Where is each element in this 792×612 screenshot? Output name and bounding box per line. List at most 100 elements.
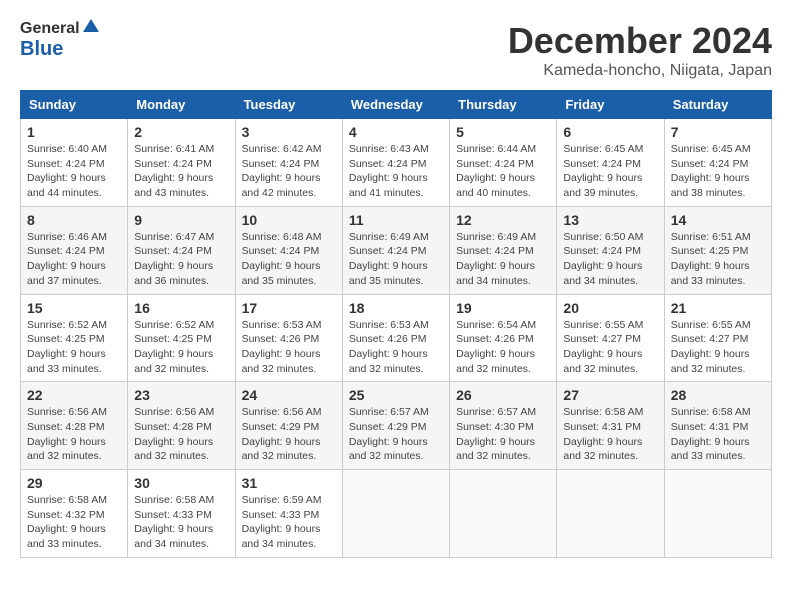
- day-cell-18: 18 Sunrise: 6:53 AM Sunset: 4:26 PM Dayl…: [342, 294, 449, 382]
- day-number: 17: [242, 300, 336, 316]
- day-number: 11: [349, 212, 443, 228]
- day-cell-28: 28 Sunrise: 6:58 AM Sunset: 4:31 PM Dayl…: [664, 382, 771, 470]
- day-info: Sunrise: 6:55 AM Sunset: 4:27 PM Dayligh…: [563, 318, 657, 377]
- logo: General Blue: [20, 20, 100, 60]
- day-cell-30: 30 Sunrise: 6:58 AM Sunset: 4:33 PM Dayl…: [128, 470, 235, 558]
- day-info: Sunrise: 6:57 AM Sunset: 4:30 PM Dayligh…: [456, 405, 550, 464]
- day-info: Sunrise: 6:43 AM Sunset: 4:24 PM Dayligh…: [349, 142, 443, 201]
- day-cell-11: 11 Sunrise: 6:49 AM Sunset: 4:24 PM Dayl…: [342, 206, 449, 294]
- calendar-week-3: 15 Sunrise: 6:52 AM Sunset: 4:25 PM Dayl…: [21, 294, 772, 382]
- calendar-week-2: 8 Sunrise: 6:46 AM Sunset: 4:24 PM Dayli…: [21, 206, 772, 294]
- day-cell-12: 12 Sunrise: 6:49 AM Sunset: 4:24 PM Dayl…: [450, 206, 557, 294]
- day-info: Sunrise: 6:58 AM Sunset: 4:31 PM Dayligh…: [671, 405, 765, 464]
- day-number: 25: [349, 387, 443, 403]
- day-info: Sunrise: 6:56 AM Sunset: 4:28 PM Dayligh…: [134, 405, 228, 464]
- day-number: 27: [563, 387, 657, 403]
- day-info: Sunrise: 6:59 AM Sunset: 4:33 PM Dayligh…: [242, 493, 336, 552]
- day-number: 7: [671, 124, 765, 140]
- day-info: Sunrise: 6:56 AM Sunset: 4:29 PM Dayligh…: [242, 405, 336, 464]
- day-cell-7: 7 Sunrise: 6:45 AM Sunset: 4:24 PM Dayli…: [664, 119, 771, 207]
- day-number: 12: [456, 212, 550, 228]
- day-cell-9: 9 Sunrise: 6:47 AM Sunset: 4:24 PM Dayli…: [128, 206, 235, 294]
- day-cell-3: 3 Sunrise: 6:42 AM Sunset: 4:24 PM Dayli…: [235, 119, 342, 207]
- col-tuesday: Tuesday: [235, 91, 342, 119]
- day-cell-10: 10 Sunrise: 6:48 AM Sunset: 4:24 PM Dayl…: [235, 206, 342, 294]
- empty-cell: [557, 470, 664, 558]
- calendar-week-5: 29 Sunrise: 6:58 AM Sunset: 4:32 PM Dayl…: [21, 470, 772, 558]
- day-number: 9: [134, 212, 228, 228]
- day-info: Sunrise: 6:41 AM Sunset: 4:24 PM Dayligh…: [134, 142, 228, 201]
- day-cell-15: 15 Sunrise: 6:52 AM Sunset: 4:25 PM Dayl…: [21, 294, 128, 382]
- day-number: 20: [563, 300, 657, 316]
- day-info: Sunrise: 6:47 AM Sunset: 4:24 PM Dayligh…: [134, 230, 228, 289]
- calendar-table: Sunday Monday Tuesday Wednesday Thursday…: [20, 90, 772, 558]
- day-info: Sunrise: 6:52 AM Sunset: 4:25 PM Dayligh…: [27, 318, 121, 377]
- day-info: Sunrise: 6:42 AM Sunset: 4:24 PM Dayligh…: [242, 142, 336, 201]
- day-number: 3: [242, 124, 336, 140]
- day-cell-5: 5 Sunrise: 6:44 AM Sunset: 4:24 PM Dayli…: [450, 119, 557, 207]
- day-cell-31: 31 Sunrise: 6:59 AM Sunset: 4:33 PM Dayl…: [235, 470, 342, 558]
- logo-blue-text: Blue: [20, 38, 100, 60]
- day-number: 10: [242, 212, 336, 228]
- day-number: 23: [134, 387, 228, 403]
- day-info: Sunrise: 6:48 AM Sunset: 4:24 PM Dayligh…: [242, 230, 336, 289]
- day-cell-29: 29 Sunrise: 6:58 AM Sunset: 4:32 PM Dayl…: [21, 470, 128, 558]
- day-number: 30: [134, 475, 228, 491]
- title-block: December 2024 Kameda-honcho, Niigata, Ja…: [508, 20, 772, 80]
- day-info: Sunrise: 6:45 AM Sunset: 4:24 PM Dayligh…: [563, 142, 657, 201]
- day-cell-6: 6 Sunrise: 6:45 AM Sunset: 4:24 PM Dayli…: [557, 119, 664, 207]
- day-cell-13: 13 Sunrise: 6:50 AM Sunset: 4:24 PM Dayl…: [557, 206, 664, 294]
- day-info: Sunrise: 6:46 AM Sunset: 4:24 PM Dayligh…: [27, 230, 121, 289]
- empty-cell: [450, 470, 557, 558]
- day-number: 4: [349, 124, 443, 140]
- day-number: 16: [134, 300, 228, 316]
- location-title: Kameda-honcho, Niigata, Japan: [508, 62, 772, 80]
- calendar-week-1: 1 Sunrise: 6:40 AM Sunset: 4:24 PM Dayli…: [21, 119, 772, 207]
- day-cell-4: 4 Sunrise: 6:43 AM Sunset: 4:24 PM Dayli…: [342, 119, 449, 207]
- day-cell-26: 26 Sunrise: 6:57 AM Sunset: 4:30 PM Dayl…: [450, 382, 557, 470]
- page-header: General Blue December 2024 Kameda-honcho…: [20, 20, 772, 80]
- day-number: 8: [27, 212, 121, 228]
- day-cell-2: 2 Sunrise: 6:41 AM Sunset: 4:24 PM Dayli…: [128, 119, 235, 207]
- day-info: Sunrise: 6:54 AM Sunset: 4:26 PM Dayligh…: [456, 318, 550, 377]
- col-monday: Monday: [128, 91, 235, 119]
- day-number: 18: [349, 300, 443, 316]
- day-info: Sunrise: 6:40 AM Sunset: 4:24 PM Dayligh…: [27, 142, 121, 201]
- day-info: Sunrise: 6:55 AM Sunset: 4:27 PM Dayligh…: [671, 318, 765, 377]
- day-cell-22: 22 Sunrise: 6:56 AM Sunset: 4:28 PM Dayl…: [21, 382, 128, 470]
- day-info: Sunrise: 6:51 AM Sunset: 4:25 PM Dayligh…: [671, 230, 765, 289]
- day-cell-27: 27 Sunrise: 6:58 AM Sunset: 4:31 PM Dayl…: [557, 382, 664, 470]
- day-number: 28: [671, 387, 765, 403]
- day-info: Sunrise: 6:58 AM Sunset: 4:33 PM Dayligh…: [134, 493, 228, 552]
- col-thursday: Thursday: [450, 91, 557, 119]
- day-number: 26: [456, 387, 550, 403]
- day-cell-23: 23 Sunrise: 6:56 AM Sunset: 4:28 PM Dayl…: [128, 382, 235, 470]
- day-number: 24: [242, 387, 336, 403]
- day-number: 6: [563, 124, 657, 140]
- logo-icon: [82, 18, 100, 36]
- day-cell-24: 24 Sunrise: 6:56 AM Sunset: 4:29 PM Dayl…: [235, 382, 342, 470]
- day-number: 14: [671, 212, 765, 228]
- day-cell-14: 14 Sunrise: 6:51 AM Sunset: 4:25 PM Dayl…: [664, 206, 771, 294]
- day-cell-8: 8 Sunrise: 6:46 AM Sunset: 4:24 PM Dayli…: [21, 206, 128, 294]
- day-info: Sunrise: 6:50 AM Sunset: 4:24 PM Dayligh…: [563, 230, 657, 289]
- col-wednesday: Wednesday: [342, 91, 449, 119]
- day-info: Sunrise: 6:58 AM Sunset: 4:31 PM Dayligh…: [563, 405, 657, 464]
- day-cell-20: 20 Sunrise: 6:55 AM Sunset: 4:27 PM Dayl…: [557, 294, 664, 382]
- empty-cell: [342, 470, 449, 558]
- day-number: 31: [242, 475, 336, 491]
- month-title: December 2024: [508, 20, 772, 62]
- day-cell-17: 17 Sunrise: 6:53 AM Sunset: 4:26 PM Dayl…: [235, 294, 342, 382]
- day-cell-25: 25 Sunrise: 6:57 AM Sunset: 4:29 PM Dayl…: [342, 382, 449, 470]
- day-number: 2: [134, 124, 228, 140]
- day-info: Sunrise: 6:52 AM Sunset: 4:25 PM Dayligh…: [134, 318, 228, 377]
- day-info: Sunrise: 6:49 AM Sunset: 4:24 PM Dayligh…: [456, 230, 550, 289]
- day-info: Sunrise: 6:58 AM Sunset: 4:32 PM Dayligh…: [27, 493, 121, 552]
- day-cell-1: 1 Sunrise: 6:40 AM Sunset: 4:24 PM Dayli…: [21, 119, 128, 207]
- day-number: 19: [456, 300, 550, 316]
- day-info: Sunrise: 6:45 AM Sunset: 4:24 PM Dayligh…: [671, 142, 765, 201]
- day-number: 22: [27, 387, 121, 403]
- day-cell-16: 16 Sunrise: 6:52 AM Sunset: 4:25 PM Dayl…: [128, 294, 235, 382]
- col-sunday: Sunday: [21, 91, 128, 119]
- calendar-week-4: 22 Sunrise: 6:56 AM Sunset: 4:28 PM Dayl…: [21, 382, 772, 470]
